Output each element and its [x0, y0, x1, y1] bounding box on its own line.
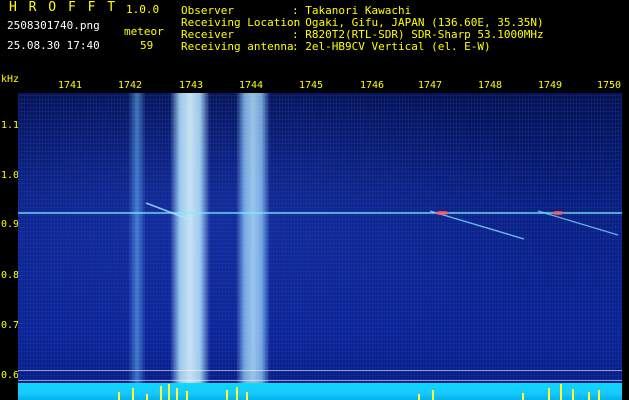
- meteor-trace-1: [145, 202, 189, 220]
- x-tick-label: 1744: [239, 80, 264, 91]
- level-spike: [118, 392, 120, 400]
- antenna-value: : 2el-HB9CV Vertical (el. E-W): [292, 40, 491, 53]
- level-spike: [146, 394, 148, 400]
- y-tick-label: 1.0: [1, 170, 20, 181]
- level-spike: [160, 386, 162, 400]
- meteor-trace-2: [429, 210, 525, 240]
- x-tick-label: 1750: [597, 80, 622, 91]
- level-spike: [560, 384, 562, 400]
- x-tick-label: 1749: [538, 80, 563, 91]
- meteor-trace-3: [537, 210, 619, 236]
- meteor-head-1: [435, 211, 449, 215]
- x-tick-label: 1741: [58, 80, 83, 91]
- y-tick-label: 0.8: [1, 270, 20, 281]
- x-tick-label: 1742: [118, 80, 143, 91]
- meteor-label: meteor: [124, 25, 164, 38]
- x-tick-label: 1747: [418, 80, 443, 91]
- datetime-label: 25.08.30 17:40: [7, 39, 100, 52]
- app-version: 1.0.0: [126, 3, 160, 16]
- level-spike: [186, 391, 188, 400]
- y-axis-unit: kHz: [1, 74, 20, 85]
- bottom-level-bar: [18, 383, 622, 400]
- level-spike: [588, 392, 590, 400]
- level-spike: [246, 392, 248, 400]
- guide-line-2: [18, 380, 622, 381]
- y-tick-label: 1.1: [1, 120, 20, 131]
- waterfall-spectrogram: [18, 93, 622, 400]
- level-spike: [168, 384, 170, 400]
- level-spike: [548, 388, 550, 400]
- header-panel: H R O F F T 1.0.0 2508301740.png meteor …: [0, 0, 629, 72]
- filename-label: 2508301740.png: [7, 19, 100, 32]
- app-title: H R O F F T: [9, 0, 118, 15]
- x-tick-label: 1746: [360, 80, 385, 91]
- x-tick-label: 1748: [478, 80, 503, 91]
- level-spike: [236, 387, 238, 400]
- level-spike: [132, 388, 134, 400]
- guide-line-1: [18, 370, 622, 371]
- y-tick-label: 0.7: [1, 320, 20, 331]
- level-spike: [432, 390, 434, 400]
- x-tick-label: 1743: [179, 80, 204, 91]
- level-spike: [418, 394, 420, 400]
- meteor-head-2: [552, 211, 564, 215]
- level-spike: [598, 390, 600, 400]
- y-tick-label: 0.9: [1, 219, 20, 230]
- meteor-traces: [18, 202, 622, 240]
- level-spike: [226, 390, 228, 400]
- level-spike: [176, 388, 178, 400]
- y-tick-label: 0.6: [1, 370, 20, 381]
- x-tick-label: 1745: [299, 80, 324, 91]
- meteor-count: 59: [140, 39, 154, 52]
- level-spike: [522, 393, 524, 400]
- level-spike: [572, 389, 574, 400]
- antenna-label: Receiving antenna: [181, 40, 294, 53]
